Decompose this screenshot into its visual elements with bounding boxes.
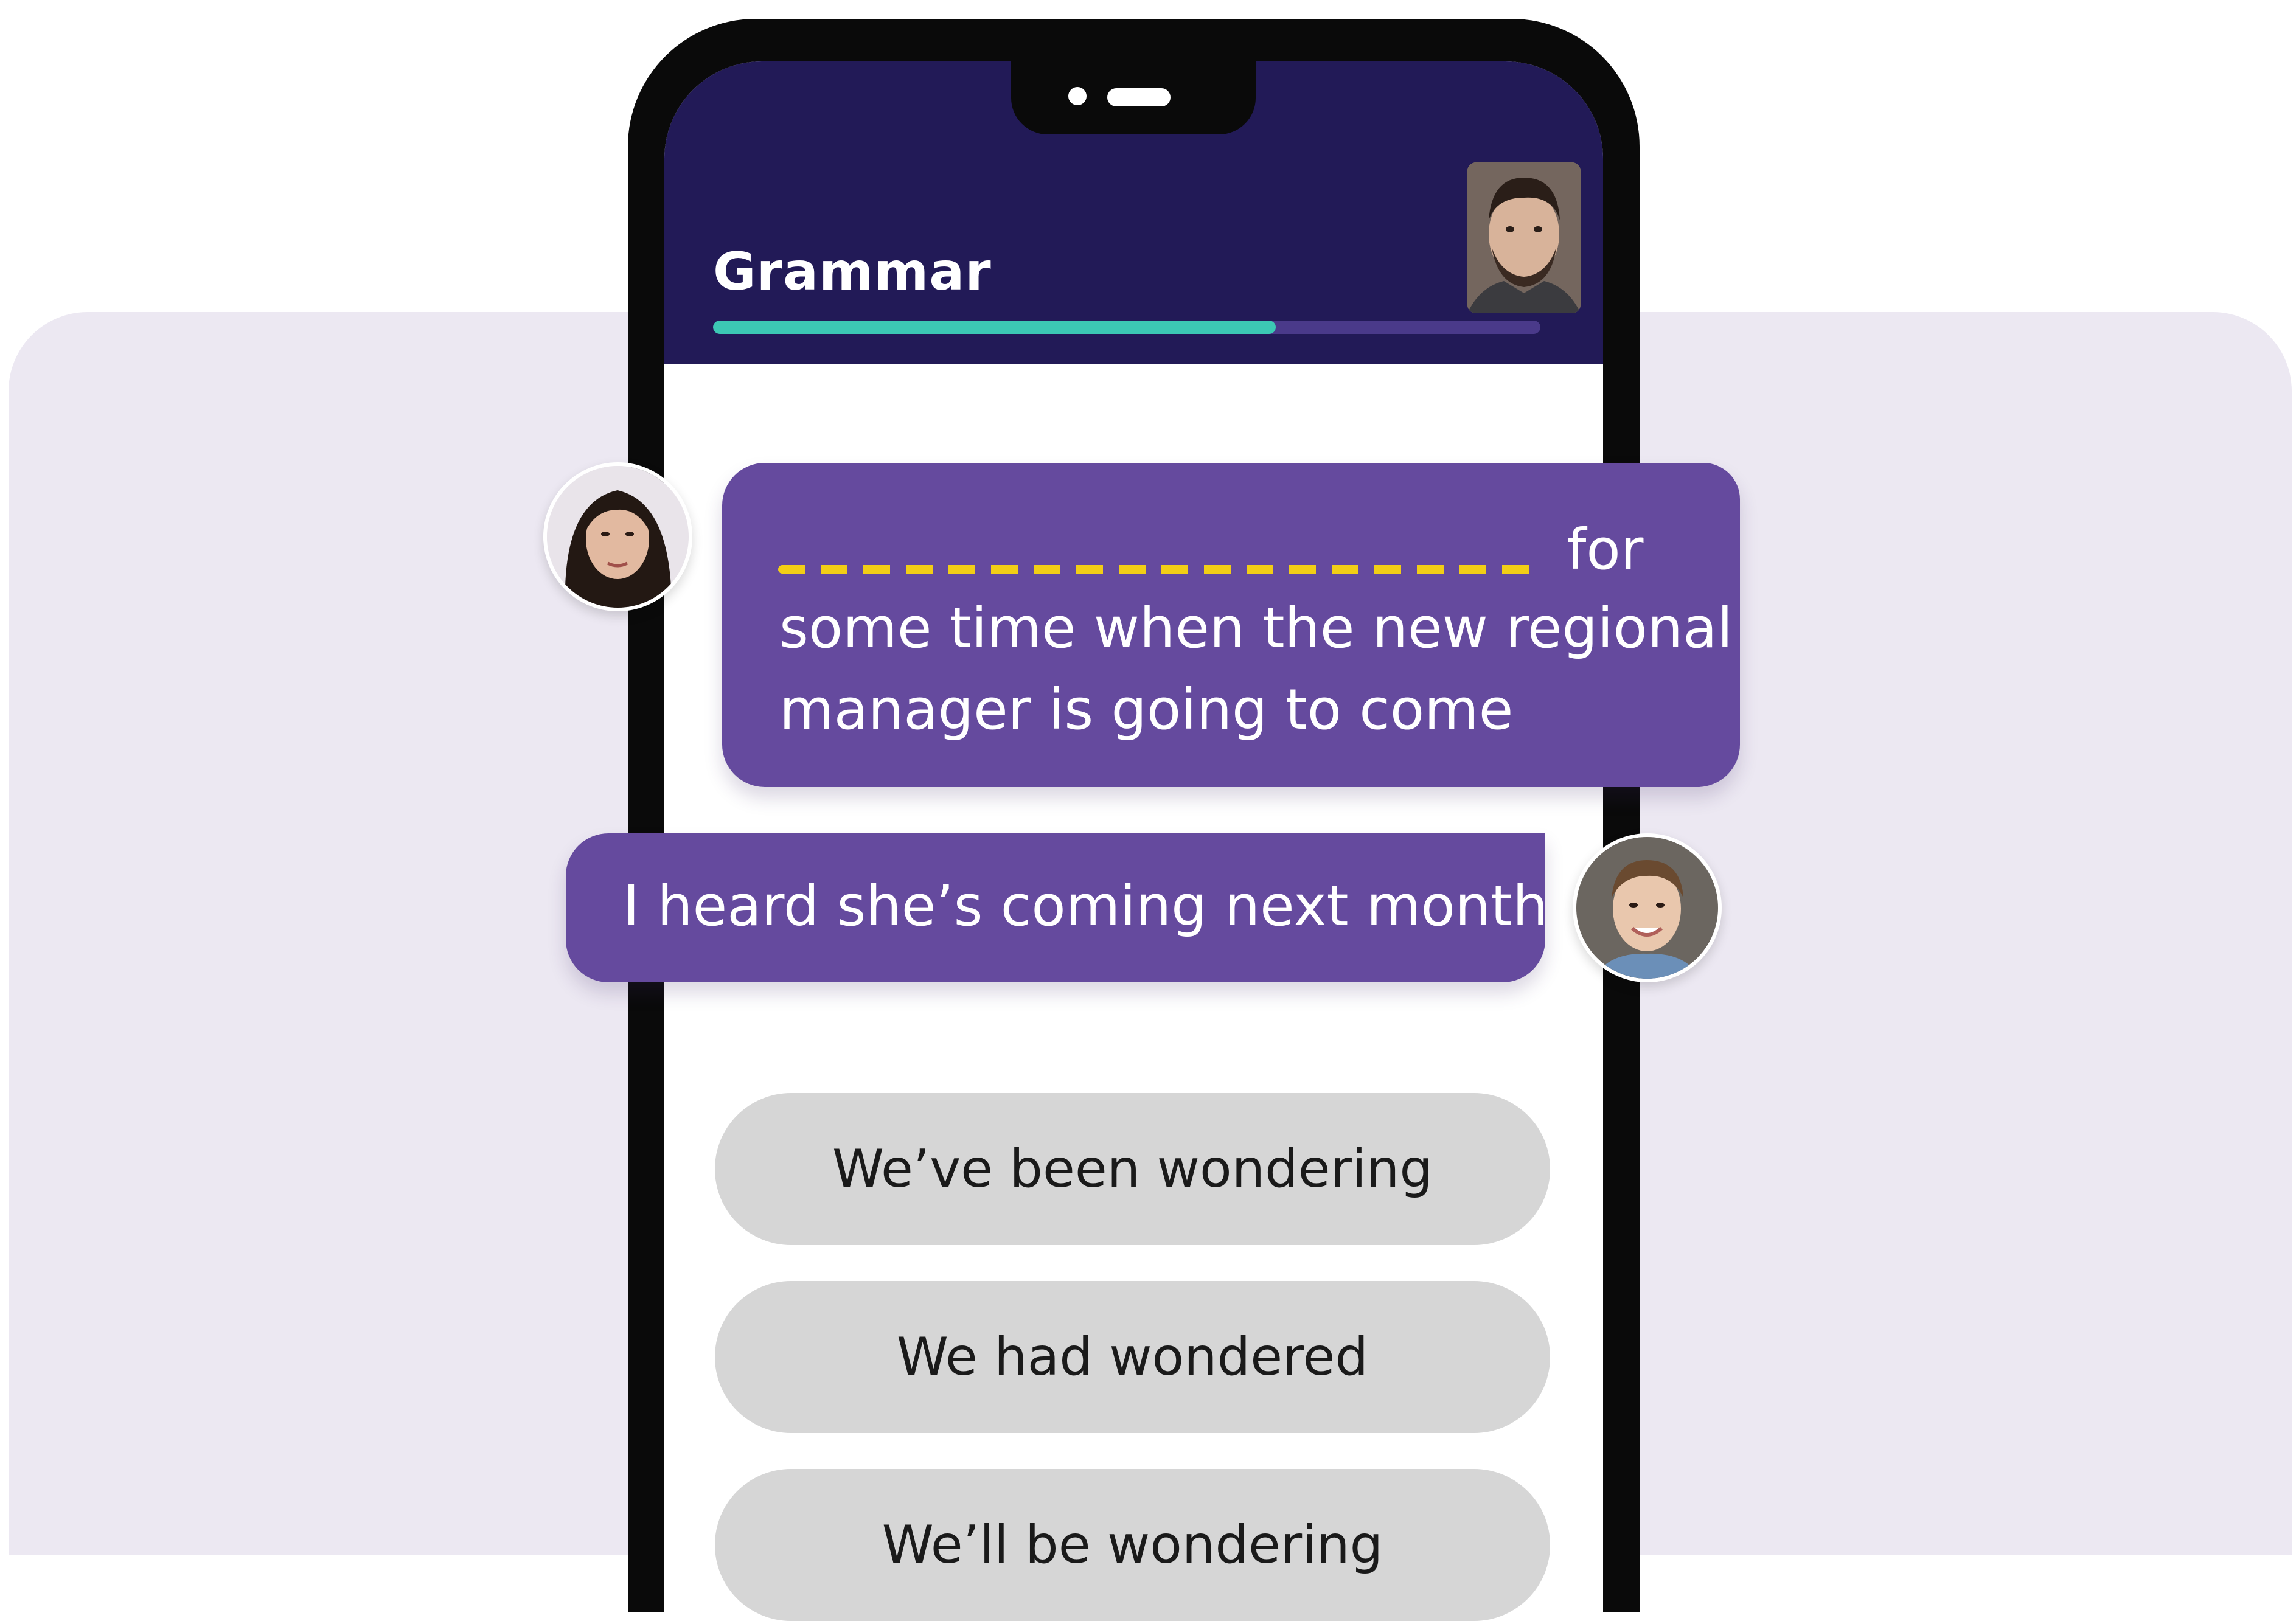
phone-notch (1011, 61, 1256, 134)
tutor-avatar[interactable] (1467, 162, 1581, 313)
question-line-1: for (1567, 517, 1644, 582)
question-bubble: for some time when the new regional mana… (722, 463, 1740, 787)
young-man-avatar[interactable] (1573, 833, 1722, 982)
question-line-2: some time when the new regional (779, 595, 1733, 661)
answer-blank[interactable] (778, 565, 1543, 574)
lesson-progress-fill (713, 321, 1276, 334)
option-button-1[interactable]: We’ve been wondering (715, 1093, 1550, 1245)
woman-avatar[interactable] (543, 462, 692, 611)
option-button-2[interactable]: We had wondered (715, 1281, 1550, 1433)
answer-text: I heard she’s coming next month (623, 873, 1548, 939)
speaker-slot (1107, 88, 1171, 106)
answer-bubble: I heard she’s coming next month (566, 833, 1548, 982)
lesson-progress-bar (713, 321, 1540, 334)
option-button-3[interactable]: We’ll be wondering (715, 1469, 1550, 1621)
lesson-title: Grammar (713, 241, 992, 302)
camera-dot (1068, 87, 1087, 105)
question-line-3: manager is going to come (779, 677, 1514, 742)
